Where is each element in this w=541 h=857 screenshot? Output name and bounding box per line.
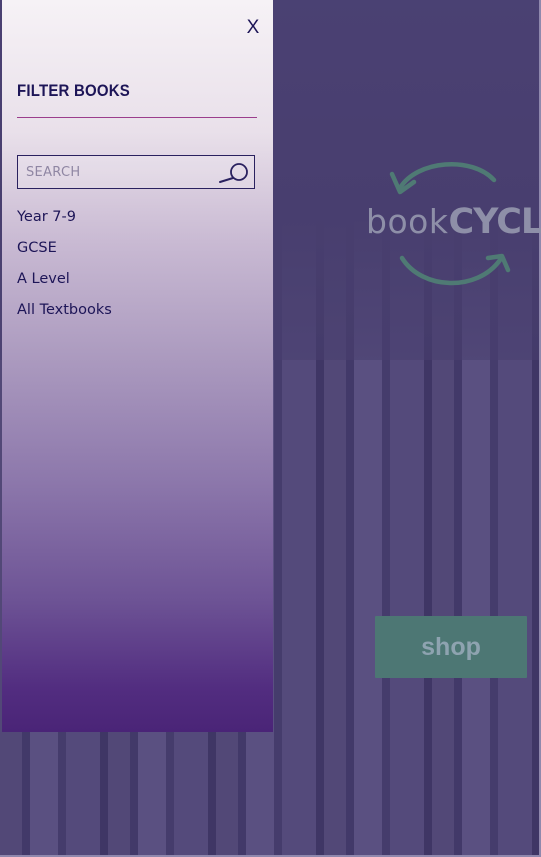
filter-item-a-level[interactable]: A Level [17, 268, 112, 299]
search-icon[interactable] [218, 162, 250, 184]
filter-drawer: X FILTER BOOKS Year 7-9 GCSE A Level All… [2, 0, 273, 732]
filter-item-all-textbooks[interactable]: All Textbooks [17, 299, 112, 330]
shop-button[interactable]: shop [375, 616, 527, 678]
logo-word-cycle: CYCLE [448, 202, 541, 242]
close-drawer-button[interactable]: X [242, 16, 264, 40]
filter-heading: FILTER BOOKS [17, 82, 130, 101]
bookcycle-logo: bookCYCLE [362, 158, 541, 294]
heading-divider [17, 117, 257, 118]
filter-item-gcse[interactable]: GCSE [17, 237, 112, 268]
filter-item-year-7-9[interactable]: Year 7-9 [17, 206, 112, 237]
page: bookCYCLE shop X FILTER BOOKS Year 7-9 G… [0, 0, 541, 857]
logo-word-book: book [366, 202, 449, 241]
logo-wordmark: bookCYCLE [366, 202, 541, 242]
search-box [17, 155, 255, 189]
filter-list: Year 7-9 GCSE A Level All Textbooks [17, 206, 112, 330]
search-input[interactable] [18, 156, 222, 188]
